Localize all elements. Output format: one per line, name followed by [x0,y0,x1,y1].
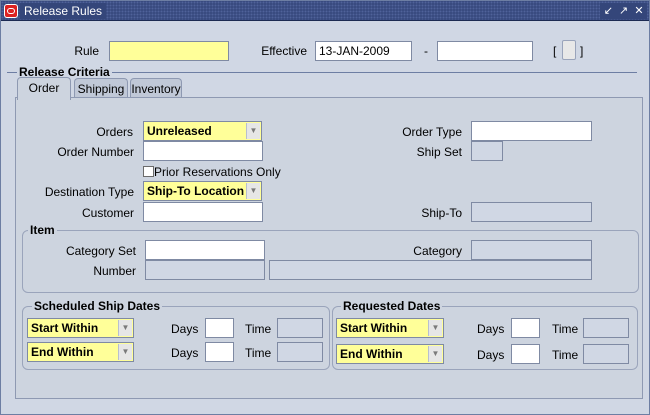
scheduled-start-days-label: Days [171,322,199,336]
order-number-label: Order Number [57,145,134,159]
category-set-field[interactable] [145,240,265,260]
requested-start-within-value: Start Within [340,321,408,335]
category-field[interactable] [471,240,592,260]
orders-select[interactable]: Unreleased ▼ [143,121,262,141]
category-label: Category [413,244,462,258]
bracket-close: ] [580,44,584,58]
requested-end-time-label: Time [552,348,579,362]
orders-label: Orders [96,125,133,139]
requested-end-time-field[interactable] [583,344,629,364]
title-bar[interactable]: Release Rules ↙ ↗ ✕ [1,1,649,21]
item-description-field[interactable] [269,260,592,280]
order-type-label: Order Type [402,125,462,139]
tab-order[interactable]: Order [17,77,71,100]
oracle-app-icon[interactable] [4,4,18,18]
tab-shipping[interactable]: Shipping [74,78,128,99]
maximize-icon[interactable]: ↗ [618,3,630,19]
customer-field[interactable] [143,202,263,222]
item-number-field[interactable] [145,260,265,280]
requested-end-days-label: Days [477,348,505,362]
scheduled-end-within-value: End Within [31,345,94,359]
chevron-down-icon[interactable]: ▼ [246,183,260,199]
effective-to-field[interactable] [437,41,533,61]
orders-select-value: Unreleased [147,124,212,138]
scheduled-end-within-select[interactable]: End Within ▼ [27,342,134,362]
requested-end-days-field[interactable] [511,344,540,364]
requested-start-days-label: Days [477,322,505,336]
release-rules-window: Release Rules ↙ ↗ ✕ Rule Effective 13-JA… [0,0,650,415]
destination-type-select[interactable]: Ship-To Location ▼ [143,181,262,201]
effective-from-field[interactable]: 13-JAN-2009 [315,41,412,61]
chevron-down-icon[interactable]: ▼ [118,344,132,360]
rule-field[interactable] [109,41,229,61]
destination-type-label: Destination Type [44,185,134,199]
scheduled-start-days-field[interactable] [205,318,234,338]
category-set-label: Category Set [65,244,136,258]
ship-to-field[interactable] [471,202,592,222]
chevron-down-icon[interactable]: ▼ [428,346,442,362]
requested-start-days-field[interactable] [511,318,540,338]
tab-inventory[interactable]: Inventory [130,78,182,99]
chevron-down-icon[interactable]: ▼ [118,320,132,336]
chevron-down-icon[interactable]: ▼ [428,320,442,336]
requested-start-time-field[interactable] [583,318,629,338]
scheduled-end-days-field[interactable] [205,342,234,362]
minimize-icon[interactable]: ↙ [602,3,614,19]
effective-dash: - [424,44,428,58]
descriptive-flexfield-button[interactable] [562,40,576,60]
scheduled-end-days-label: Days [171,346,199,360]
rule-label: Rule [74,44,99,58]
bracket-open: [ [553,44,557,58]
scheduled-ship-dates-title: Scheduled Ship Dates [32,299,163,313]
scheduled-end-time-field[interactable] [277,342,323,362]
requested-start-within-select[interactable]: Start Within ▼ [336,318,444,338]
prior-reservations-checkbox[interactable] [143,166,154,177]
requested-dates-title: Requested Dates [341,299,443,313]
ship-set-field[interactable] [471,141,503,161]
window-controls: ↙ ↗ ✕ [600,3,647,19]
order-type-field[interactable] [471,121,592,141]
prior-reservations-label: Prior Reservations Only [154,165,281,179]
customer-label: Customer [81,206,134,220]
scheduled-start-within-value: Start Within [31,321,99,335]
scheduled-end-time-label: Time [245,346,272,360]
ship-to-label: Ship-To [421,206,462,220]
number-label: Number [93,264,136,278]
scheduled-start-within-select[interactable]: Start Within ▼ [27,318,134,338]
requested-end-within-select[interactable]: End Within ▼ [336,344,444,364]
item-title: Item [28,223,57,237]
effective-label: Effective [261,44,307,58]
close-icon[interactable]: ✕ [633,3,645,19]
destination-type-value: Ship-To Location [147,184,245,198]
chevron-down-icon[interactable]: ▼ [246,123,260,139]
order-number-field[interactable] [143,141,263,161]
scheduled-start-time-field[interactable] [277,318,323,338]
scheduled-start-time-label: Time [245,322,272,336]
ship-set-label: Ship Set [416,145,462,159]
window-title: Release Rules [20,3,107,19]
requested-start-time-label: Time [552,322,579,336]
requested-end-within-value: End Within [340,347,403,361]
